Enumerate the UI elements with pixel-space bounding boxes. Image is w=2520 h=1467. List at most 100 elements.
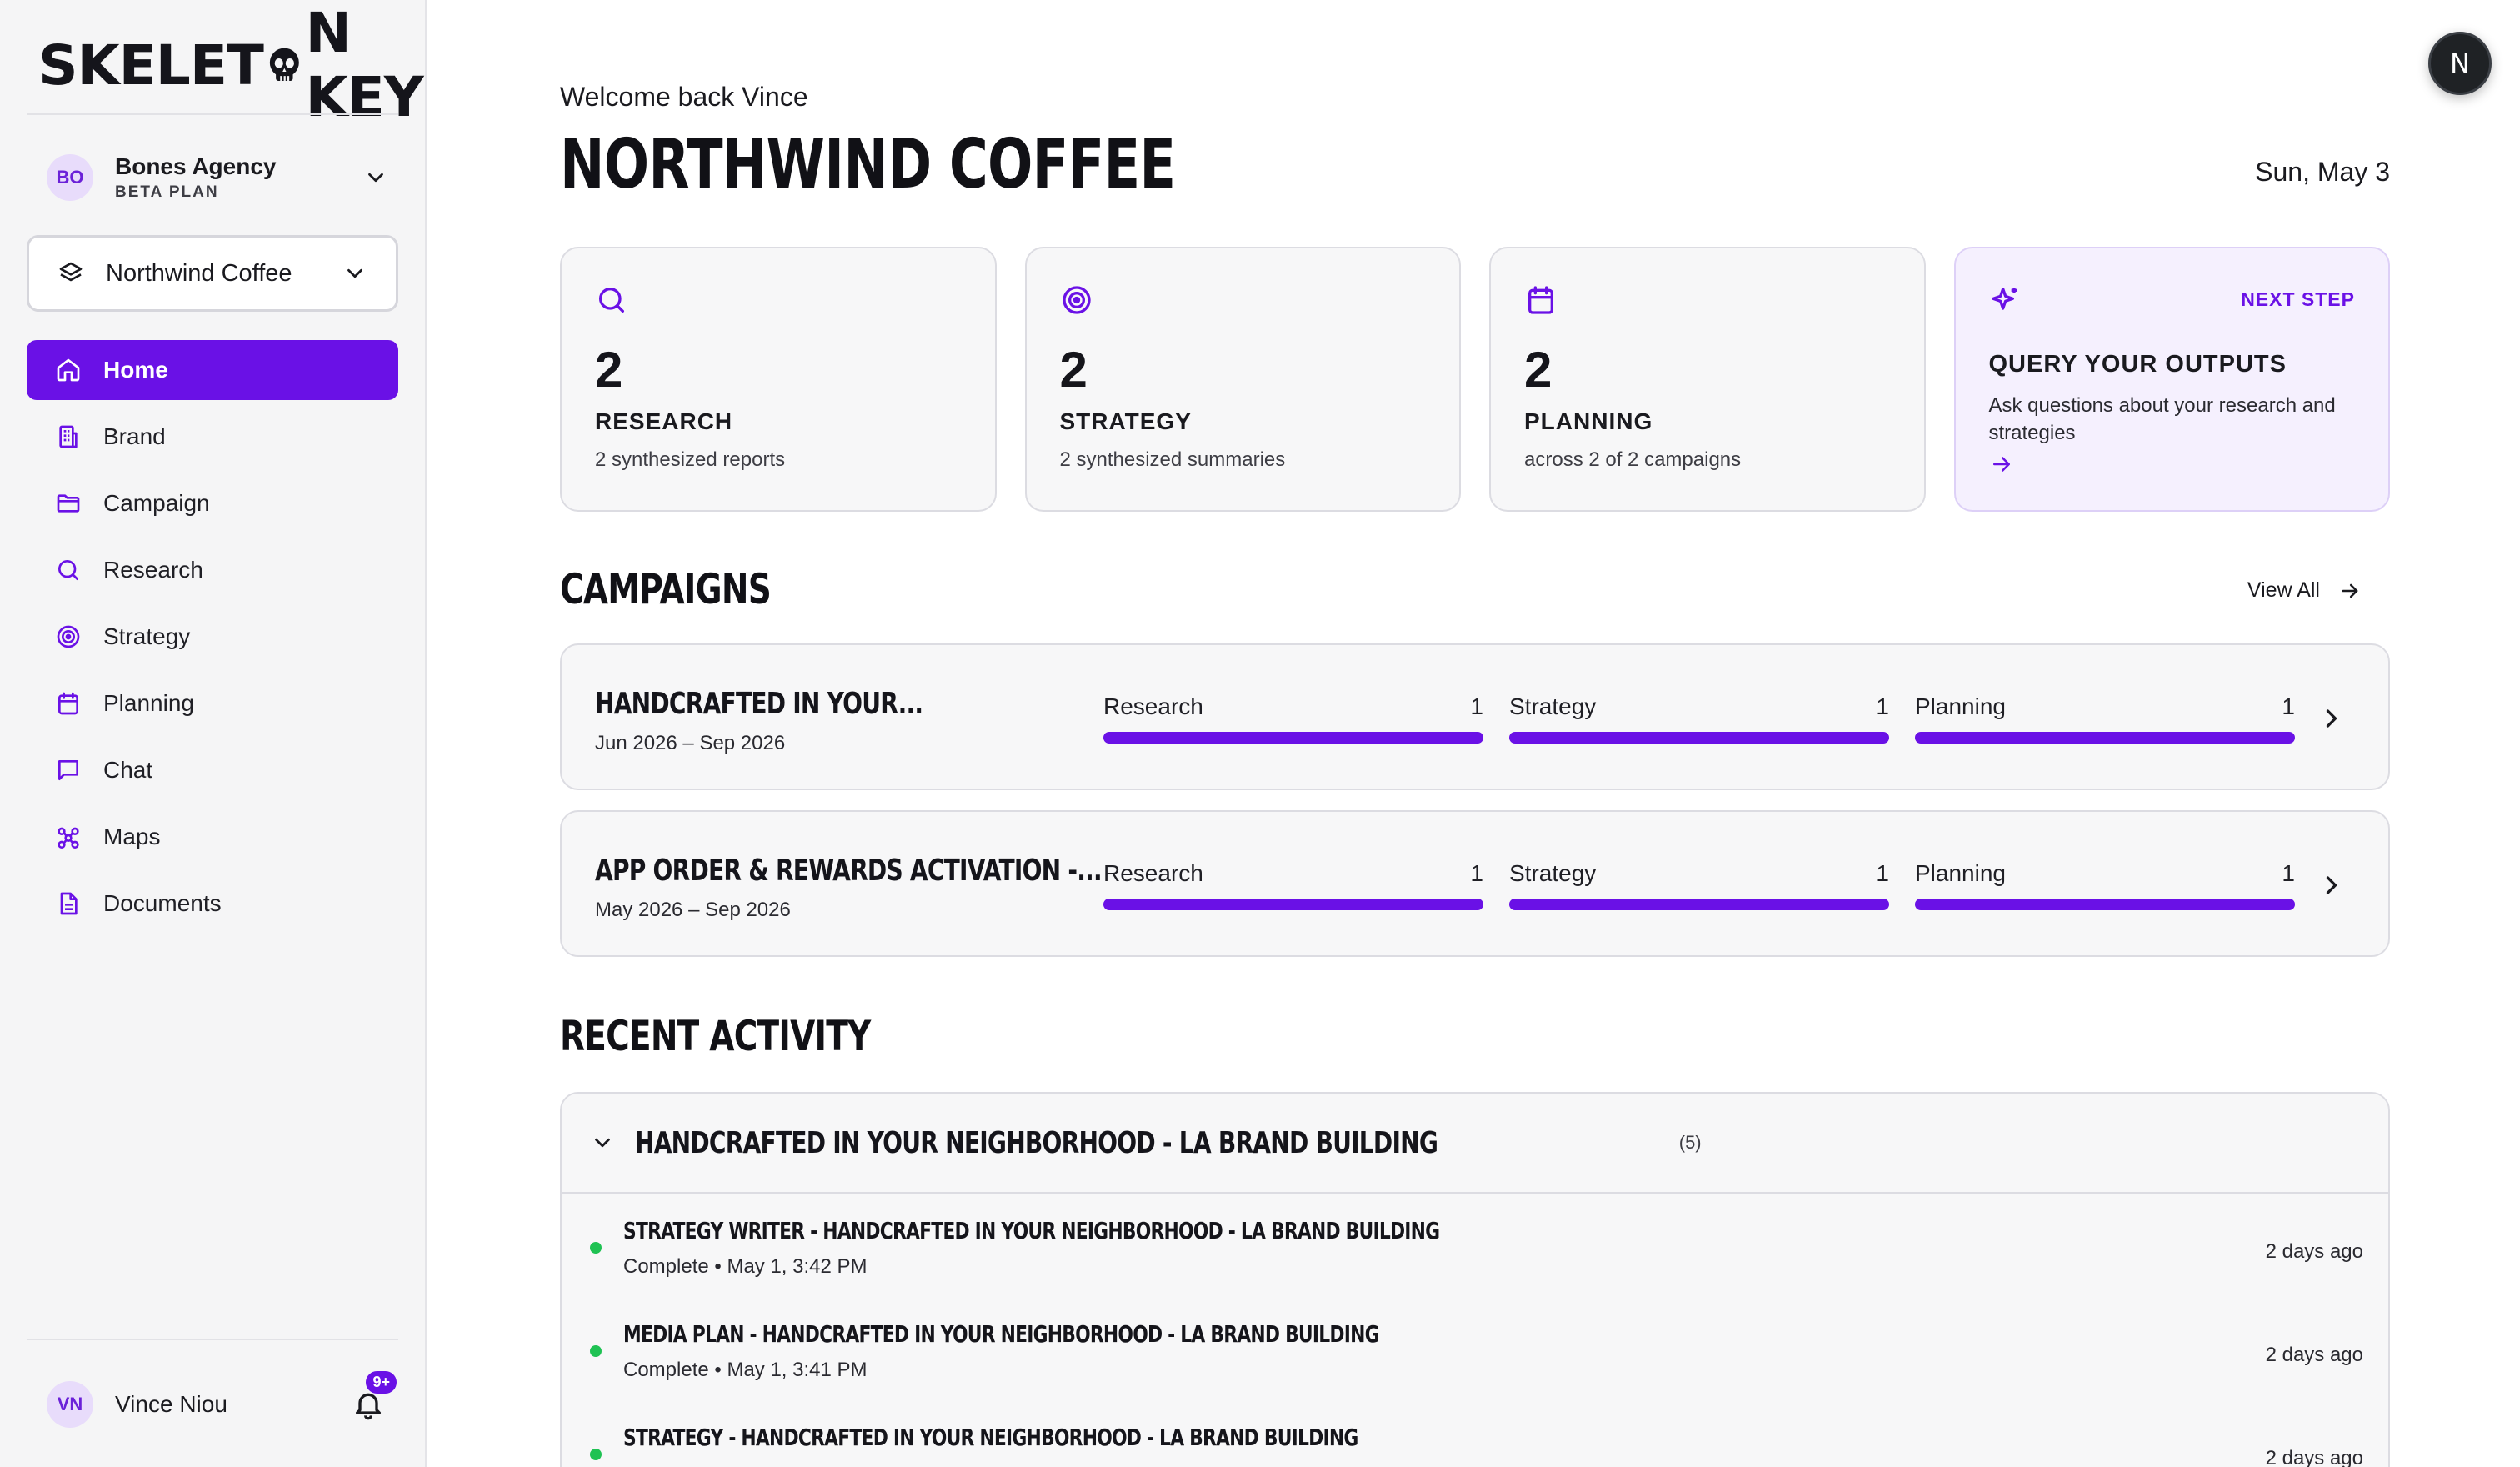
activity-time-ago: 2 days ago [2265,1344,2363,1366]
current-date: Sun, May 3 [2255,157,2390,187]
layers-icon [59,262,82,282]
nav-label: Planning [103,690,194,716]
progress-label: Research [1103,693,1203,719]
logo-text-left: SKELET [38,33,264,98]
strategy-progress: Strategy 1 [1509,693,1889,744]
progress-bar [1509,732,1889,744]
nav-label: Maps [103,824,161,849]
view-all-link[interactable]: View All [2248,578,2362,603]
planning-progress: Planning 1 [1915,693,2295,744]
nav-item-chat[interactable]: Chat [27,740,398,800]
org-plan: BETA PLAN [115,183,219,201]
stat-card-strategy[interactable]: 2 STRATEGY 2 synthesized summaries [1024,247,1461,512]
stat-subtext: 2 synthesized summaries [1059,448,1286,471]
nav-item-research[interactable]: Research [27,540,398,600]
nav-label: Documents [103,890,222,916]
nav-item-documents[interactable]: Documents [27,874,398,934]
progress-count: 1 [1470,693,1483,719]
progress-count: 1 [1876,860,1889,886]
progress-label: Planning [1915,860,2006,886]
activity-item[interactable]: MEDIA PLAN - HANDCRAFTED IN YOUR NEIGHBO… [562,1297,2388,1389]
page-title: NORTHWIND COFFEE [560,125,1176,204]
chevron-down-icon [595,1138,610,1148]
status-dot [590,1242,602,1254]
view-all-label: View All [2247,578,2320,602]
chevron-right-icon [2326,876,2338,894]
map-nodes-icon [58,827,79,849]
nav-item-planning[interactable]: Planning [27,673,398,734]
strategy-progress: Strategy 1 [1509,860,1889,910]
campaign-row[interactable]: APP ORDER & REWARDS ACTIVATION -... May … [560,810,2390,957]
research-progress: Research 1 [1103,693,1483,744]
activity-item[interactable]: STRATEGY WRITER - HANDCRAFTED IN YOUR NE… [562,1194,2388,1285]
stat-subtext: across 2 of 2 campaigns [1524,448,1742,471]
chevron-right-icon [2326,709,2338,728]
activity-item[interactable]: STRATEGY - HANDCRAFTED IN YOUR NEIGHBORH… [562,1400,2388,1467]
progress-count: 1 [2282,860,2295,886]
nav-item-campaign[interactable]: Campaign [27,473,398,533]
app-logo[interactable]: SKELET N KEY [38,1,438,129]
org-name: Bones Agency [115,153,277,179]
brand-selector[interactable]: Northwind Coffee [27,235,398,312]
nav-label: Research [103,557,203,583]
campaign-name: APP ORDER & REWARDS ACTIVATION -... [595,854,1102,888]
notifications-button[interactable]: 9+ [348,1369,398,1424]
progress-label: Planning [1915,693,2006,719]
stat-card-research[interactable]: 2 RESEARCH 2 synthesized reports [560,247,997,512]
stat-number: 2 [1524,342,1552,398]
chevron-down-icon [348,268,362,278]
skull-icon [269,48,299,81]
activity-group-name: HANDCRAFTED IN YOUR NEIGHBORHOOD - LA BR… [635,1125,1438,1160]
progress-bar [1509,899,1889,910]
progress-bar [1103,732,1483,744]
nav-item-strategy[interactable]: Strategy [27,607,398,667]
framework-badge[interactable]: N [2428,32,2492,95]
progress-count: 1 [1876,693,1889,719]
chevron-down-icon [368,173,383,183]
search-icon [58,560,78,580]
progress-bar [1915,732,2295,744]
progress-count: 1 [1470,860,1483,886]
target-icon [1062,286,1091,314]
calendar-icon [58,692,78,715]
activity-title: STRATEGY WRITER - HANDCRAFTED IN YOUR NE… [623,1217,1440,1244]
sidebar: SKELET N KEY BO Bones Agency BETA PLAN N… [0,0,427,1467]
notification-badge: 9+ [364,1369,398,1395]
document-icon [60,892,78,915]
main-nav: Home Brand Campaign Research Strategy Pl… [27,340,398,940]
nav-item-brand[interactable]: Brand [27,407,398,467]
stat-caption: PLANNING [1524,408,1653,434]
activity-time-ago: 2 days ago [2265,1447,2363,1467]
progress-bar [1915,899,2295,910]
progress-label: Strategy [1509,693,1597,719]
planning-progress: Planning 1 [1915,860,2295,910]
stat-card-planning[interactable]: 2 PLANNING across 2 of 2 campaigns [1489,247,1926,512]
nav-item-maps[interactable]: Maps [27,807,398,867]
next-step-caption: QUERY YOUR OUTPUTS [1988,351,2287,378]
stats-row: 2 RESEARCH 2 synthesized reports 2 STRAT… [560,247,2390,512]
campaign-name: HANDCRAFTED IN YOUR... [595,687,923,721]
progress-count: 1 [2282,693,2295,719]
activity-group-header[interactable]: HANDCRAFTED IN YOUR NEIGHBORHOOD - LA BR… [562,1094,2388,1194]
research-progress: Research 1 [1103,860,1483,910]
next-step-card[interactable]: NEXT STEP QUERY YOUR OUTPUTS Ask questio… [1953,247,2390,512]
sidebar-divider [27,113,398,115]
org-switcher[interactable]: BO Bones Agency BETA PLAN [47,150,388,205]
brand-selector-value: Northwind Coffee [106,259,292,287]
target-icon [57,625,80,648]
activity-title: MEDIA PLAN - HANDCRAFTED IN YOUR NEIGHBO… [623,1320,1379,1348]
stat-caption: STRATEGY [1059,408,1192,434]
status-dot [590,1449,602,1460]
recent-activity-heading: RECENT ACTIVITY [560,1012,871,1060]
nav-item-home[interactable]: Home [27,340,398,400]
campaign-dates: Jun 2026 – Sep 2026 [595,732,786,754]
stat-caption: RESEARCH [595,408,733,434]
activity-meta: Complete • May 1, 3:42 PM [623,1255,868,1278]
stat-number: 2 [595,342,623,398]
campaign-row[interactable]: HANDCRAFTED IN YOUR... Jun 2026 – Sep 20… [560,643,2390,790]
activity-group-count: (5) [1678,1132,1702,1153]
user-profile[interactable]: VN Vince Niou 9+ [47,1369,398,1432]
nav-label: Chat [103,757,153,783]
activity-time-ago: 2 days ago [2265,1240,2363,1263]
user-avatar: VN [47,1381,93,1428]
